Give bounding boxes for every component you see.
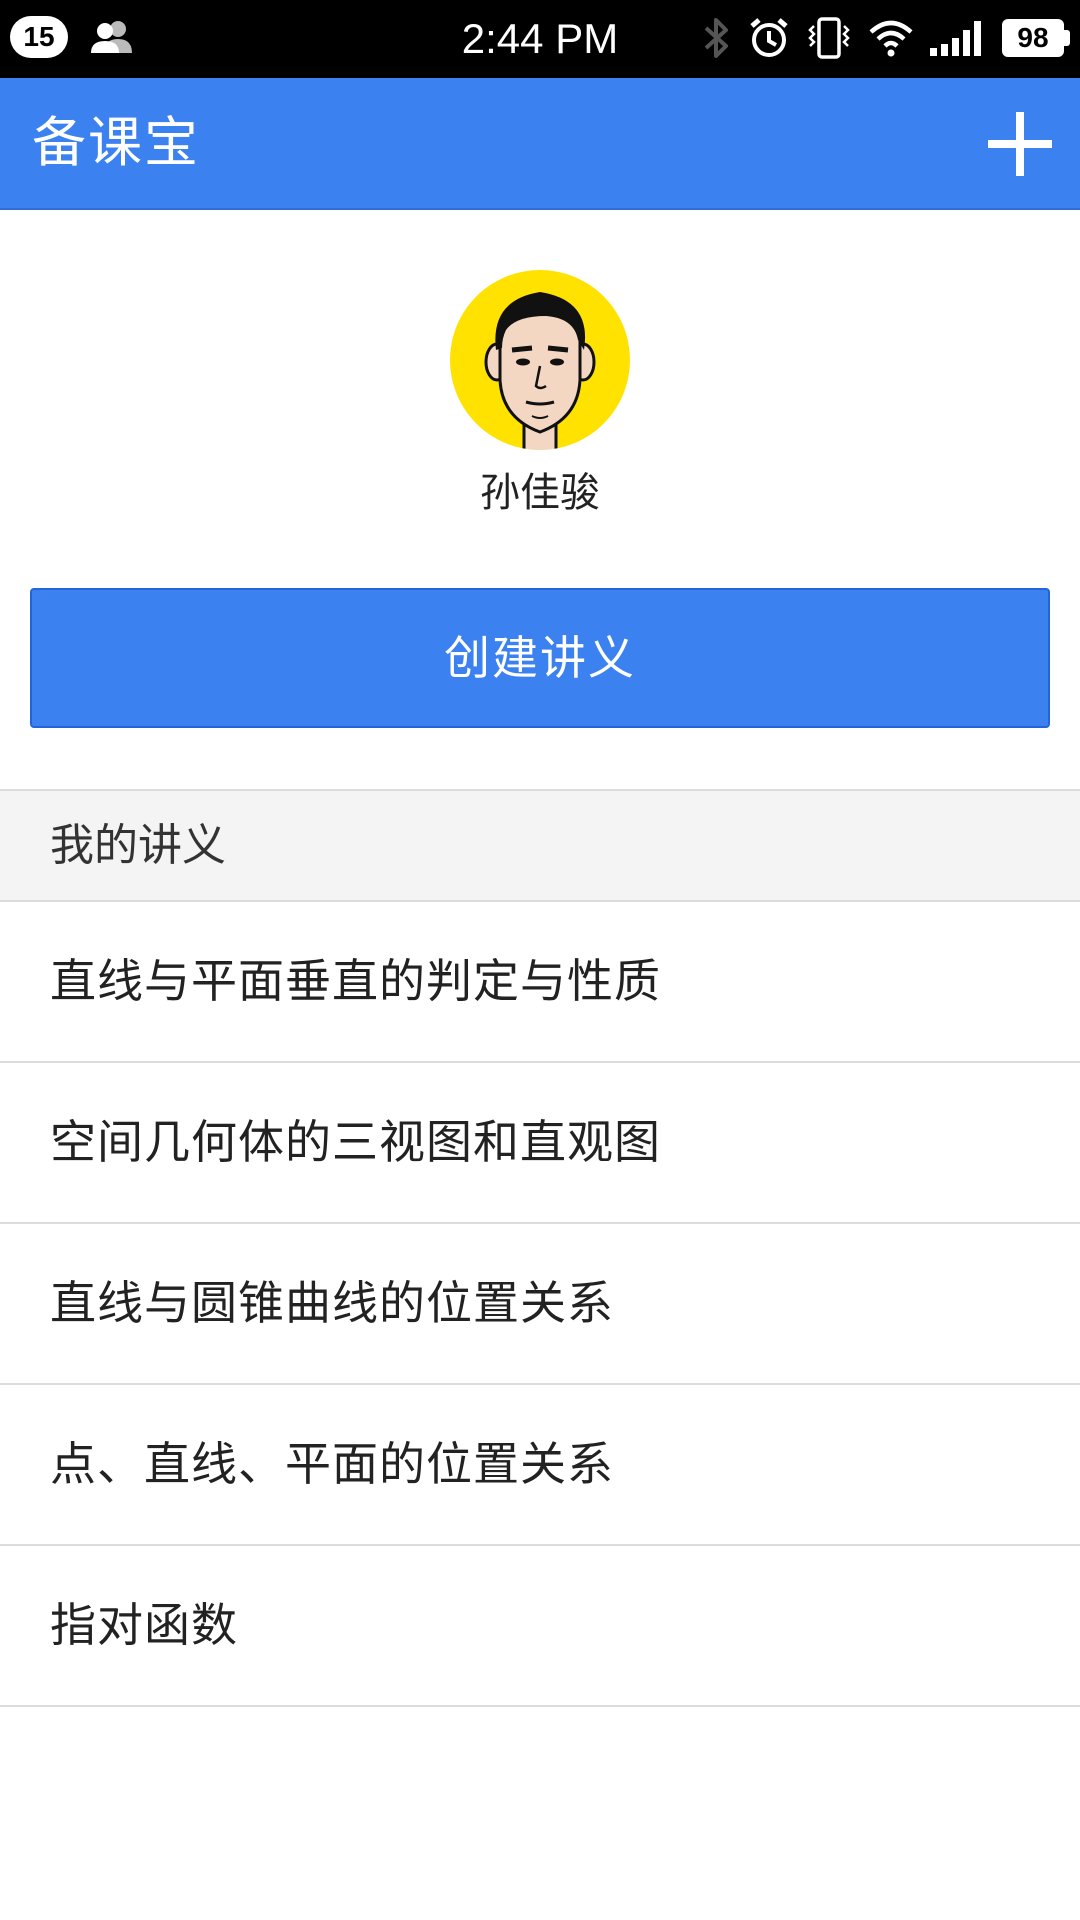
battery-tip [1064, 30, 1070, 46]
app-title: 备课宝 [32, 111, 200, 174]
bluetooth-icon [704, 18, 728, 58]
signal-icon [930, 21, 981, 56]
lecture-title: 点、直线、平面的位置关系 [50, 1437, 614, 1491]
lecture-title: 空间几何体的三视图和直观图 [50, 1115, 661, 1169]
lecture-item[interactable]: 空间几何体的三视图和直观图 [0, 1063, 1080, 1224]
lecture-list: 直线与平面垂直的判定与性质 空间几何体的三视图和直观图 直线与圆锥曲线的位置关系… [0, 902, 1080, 1707]
avatar[interactable] [450, 270, 630, 450]
section-header: 我的讲义 [0, 789, 1080, 902]
vibrate-icon [808, 17, 850, 59]
lecture-item[interactable]: 指对函数 [0, 1546, 1080, 1707]
battery-level: 98 [1002, 19, 1064, 57]
app-bar: 备课宝 [0, 78, 1080, 210]
lecture-title: 直线与圆锥曲线的位置关系 [50, 1276, 614, 1330]
avatar-face-icon [484, 292, 596, 450]
user-name: 孙佳骏 [480, 470, 600, 516]
lecture-item[interactable]: 点、直线、平面的位置关系 [0, 1385, 1080, 1546]
lecture-title: 直线与平面垂直的判定与性质 [50, 954, 661, 1008]
status-bar: 15 2:44 PM 98 [0, 0, 1080, 78]
status-right: 98 [686, 16, 1070, 60]
section-title: 我的讲义 [50, 820, 226, 871]
wifi-icon [869, 20, 913, 57]
plus-icon[interactable] [988, 112, 1052, 176]
lecture-item[interactable]: 直线与平面垂直的判定与性质 [0, 902, 1080, 1063]
alarm-icon [750, 18, 788, 57]
lecture-title: 指对函数 [50, 1598, 238, 1652]
create-lecture-button[interactable]: 创建讲义 [30, 588, 1050, 728]
battery-indicator: 98 [1002, 19, 1070, 57]
lecture-item[interactable]: 直线与圆锥曲线的位置关系 [0, 1224, 1080, 1385]
